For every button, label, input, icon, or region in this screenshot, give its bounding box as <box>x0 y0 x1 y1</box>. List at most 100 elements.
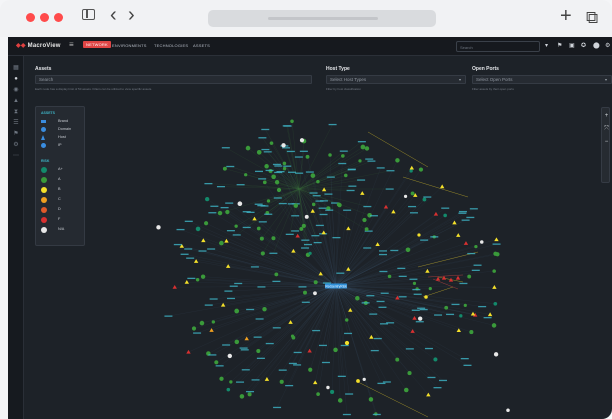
graph-node-label[interactable] <box>458 210 467 213</box>
graph-node-dot[interactable] <box>214 360 219 365</box>
graph-node-host[interactable] <box>425 268 430 273</box>
graph-node-label[interactable] <box>242 211 251 213</box>
graph-node-label[interactable] <box>265 342 274 345</box>
new-tab-icon[interactable]: + <box>560 6 572 26</box>
graph-node-label[interactable] <box>478 305 487 308</box>
graph-node-dot[interactable] <box>195 226 201 232</box>
graph-node-label[interactable] <box>226 165 235 168</box>
graph-node-host[interactable] <box>452 220 457 225</box>
graph-node-dot[interactable] <box>364 146 370 151</box>
graph-node-host[interactable] <box>295 233 300 238</box>
graph-node-label[interactable] <box>313 241 322 244</box>
graph-node-dot[interactable] <box>219 376 224 381</box>
zoom-dot[interactable] <box>54 13 63 22</box>
graph-node-label[interactable] <box>367 160 376 162</box>
minimize-dot[interactable] <box>40 13 49 22</box>
graph-node-label[interactable] <box>208 212 217 214</box>
graph-node-host[interactable] <box>252 216 257 221</box>
graph-node-label[interactable] <box>274 165 283 167</box>
graph-node-label[interactable] <box>224 290 233 292</box>
graph-node-label[interactable] <box>288 171 297 173</box>
graph-node-dot[interactable] <box>433 357 438 362</box>
graph-node-dot[interactable] <box>305 154 310 159</box>
graph-node-dot[interactable] <box>282 161 287 166</box>
graph-node-label[interactable] <box>239 347 248 349</box>
network-icon[interactable]: ● <box>13 76 19 82</box>
graph-node-label[interactable] <box>232 234 241 236</box>
settings-icon[interactable]: ⚙ <box>13 142 19 148</box>
graph-node-label[interactable] <box>412 288 421 291</box>
graph-node-label[interactable] <box>236 184 245 186</box>
graph-node-dot[interactable] <box>226 387 231 392</box>
graph-node-host[interactable] <box>494 237 499 242</box>
graph-node-dot[interactable] <box>480 240 484 244</box>
graph-node-label[interactable] <box>348 185 357 187</box>
graph-node-label[interactable] <box>250 266 259 268</box>
graph-node-label[interactable] <box>458 212 467 214</box>
graph-node-dot[interactable] <box>418 167 424 172</box>
graph-node-label[interactable] <box>411 309 420 311</box>
graph-node-label[interactable] <box>408 205 417 208</box>
graph-node-label[interactable] <box>258 137 267 139</box>
graph-node-dot[interactable] <box>244 173 248 177</box>
nav-tab-technologies[interactable]: TECHNOLOGIES <box>154 43 188 48</box>
graph-node-label[interactable] <box>272 280 281 283</box>
graph-node-dot[interactable] <box>362 377 366 381</box>
graph-node-dot[interactable] <box>330 389 335 395</box>
flag-icon[interactable]: ⚑ <box>13 131 19 137</box>
graph-node-label[interactable] <box>378 253 387 256</box>
graph-node-label[interactable] <box>417 307 426 309</box>
graph-node-dot[interactable] <box>304 214 309 219</box>
graph-node-label[interactable] <box>246 390 255 393</box>
graph-node-label[interactable] <box>344 332 353 335</box>
graph-node-label[interactable] <box>312 329 321 332</box>
graph-node-dot[interactable] <box>204 221 209 226</box>
graph-node-dot[interactable] <box>405 247 411 253</box>
graph-node-host[interactable] <box>391 209 396 214</box>
graph-node-label[interactable] <box>208 354 217 356</box>
graph-node-dot[interactable] <box>262 180 267 185</box>
graph-node-label[interactable] <box>187 277 196 280</box>
graph-node-host[interactable] <box>456 328 462 332</box>
list-icon[interactable]: ☰ <box>13 120 19 126</box>
graph-node-dot[interactable] <box>403 194 408 198</box>
graph-node-label[interactable] <box>272 163 281 166</box>
graph-node-label[interactable] <box>469 208 478 210</box>
graph-node-label[interactable] <box>301 247 310 249</box>
graph-node-label[interactable] <box>373 337 382 340</box>
graph-node-label[interactable] <box>295 172 304 174</box>
graph-node-label[interactable] <box>325 209 334 211</box>
graph-node-dot[interactable] <box>274 272 279 277</box>
graph-node-label[interactable] <box>430 236 439 238</box>
graph-node-label[interactable] <box>328 123 337 126</box>
target-icon[interactable]: ◉ <box>13 87 19 93</box>
graph-node-label[interactable] <box>382 381 391 383</box>
graph-node-dot[interactable] <box>281 143 286 148</box>
graph-node-label[interactable] <box>186 257 195 259</box>
graph-node-label[interactable] <box>466 216 475 219</box>
graph-node-dot[interactable] <box>417 233 421 237</box>
graph-node-label[interactable] <box>229 285 238 287</box>
app-logo[interactable]: ◆◆ MacroView <box>16 42 61 49</box>
graph-node-dot[interactable] <box>491 323 497 328</box>
graph-node-dot[interactable] <box>412 281 417 286</box>
graph-node-host[interactable] <box>410 329 415 333</box>
graph-node-label[interactable] <box>265 169 274 172</box>
graph-node-label[interactable] <box>285 384 294 387</box>
graph-node-label[interactable] <box>337 375 346 378</box>
graph-node-label[interactable] <box>256 357 265 360</box>
graph-node-dot[interactable] <box>358 159 362 163</box>
graph-node-dot[interactable] <box>443 213 447 218</box>
menu-icon[interactable]: ≡ <box>69 41 74 49</box>
graph-node-label[interactable] <box>473 264 482 266</box>
graph-node-dot[interactable] <box>364 227 369 232</box>
graph-node-label[interactable] <box>324 193 333 195</box>
graph-node-host[interactable] <box>439 184 445 189</box>
graph-node-dot[interactable] <box>274 180 280 185</box>
graph-node-label[interactable] <box>318 207 327 209</box>
graph-node-dot[interactable] <box>264 164 269 169</box>
graph-node-label[interactable] <box>369 215 378 217</box>
graph-node-label[interactable] <box>434 314 443 316</box>
graph-node-dot[interactable] <box>344 340 350 346</box>
graph-node-label[interactable] <box>357 141 366 143</box>
